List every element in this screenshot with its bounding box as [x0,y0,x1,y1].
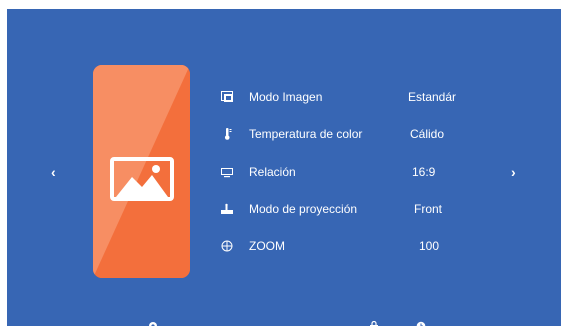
setting-row-color-temperature[interactable]: Temperatura de color Cálido [221,125,521,145]
setting-value: 16:9 [412,165,436,179]
setting-row-zoom[interactable]: ZOOM 100 [221,237,521,257]
aspect-ratio-icon [221,168,233,178]
clock-icon[interactable] [416,321,426,326]
prev-arrow[interactable]: ‹ [51,164,56,180]
setting-value: Cálido [410,127,445,141]
projector-icon [221,203,233,214]
image-category-card [93,65,190,278]
setting-row-aspect-ratio[interactable]: Relación 16:9 [221,163,521,183]
setting-label: Temperatura de color [249,127,363,141]
setting-value: Estandár [408,90,457,104]
setting-label: Modo Imagen [249,90,323,104]
setting-value: Front [414,202,443,216]
setting-value: 100 [419,239,440,253]
setting-label: Relación [249,165,296,179]
thermometer-icon [224,128,232,140]
image-icon [110,157,174,201]
setting-row-projection-mode[interactable]: Modo de proyección Front [221,200,521,220]
setting-label: ZOOM [249,239,285,253]
settings-icon[interactable] [148,321,158,326]
lock-icon[interactable] [369,321,379,326]
setting-row-picture-mode[interactable]: Modo Imagen Estandár [221,88,521,108]
settings-screen: ‹ › Modo Imagen Estandár Temperatura de … [7,9,561,326]
zoom-icon [221,240,233,252]
setting-label: Modo de proyección [249,202,358,216]
picture-mode-icon [221,91,233,102]
